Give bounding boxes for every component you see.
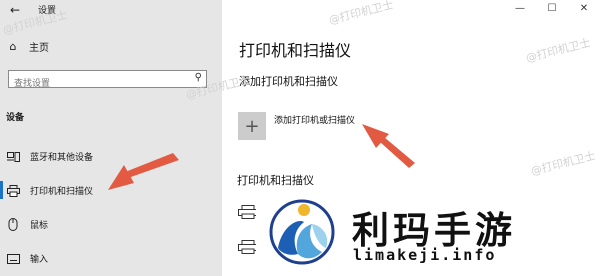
arrow-to-add-printer bbox=[362, 124, 415, 168]
brand-logo-icon bbox=[269, 199, 335, 265]
arrow-to-printers-item bbox=[108, 153, 179, 190]
brand-url: limakeji.info bbox=[353, 246, 497, 264]
